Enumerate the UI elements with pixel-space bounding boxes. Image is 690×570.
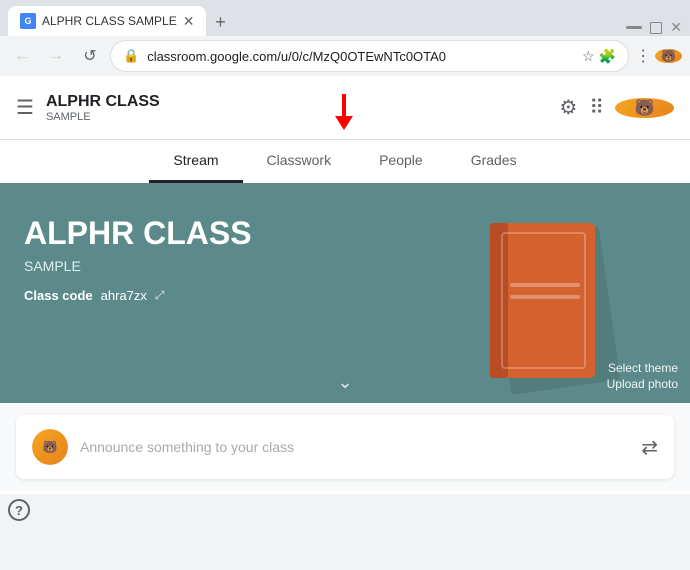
minimize-button[interactable] <box>626 26 642 29</box>
maximize-button[interactable] <box>650 22 662 34</box>
top-nav: ☰ ALPHR CLASS SAMPLE ⚙ ⠿ 🐻 <box>0 76 690 140</box>
tabs: Stream Classwork People Grades <box>0 140 690 183</box>
close-button[interactable]: ✕ <box>670 19 682 36</box>
toolbar-icons: ⋮ 🐻 <box>635 42 682 70</box>
banner-chevron[interactable]: ⌄ <box>337 372 352 393</box>
address-icons: ☆ 🧩 <box>582 48 616 65</box>
expand-code-icon[interactable]: ⤢ <box>155 288 165 303</box>
address-bar[interactable]: 🔒 classroom.google.com/u/0/c/MzQ0OTEwNTc… <box>110 40 629 72</box>
class-code-label: Class code <box>24 288 93 303</box>
announce-area: 🐻 Announce something to your class ⇄ <box>0 403 690 491</box>
refresh-button[interactable]: ↺ <box>76 42 104 70</box>
chrome-avatar[interactable]: 🐻 <box>655 49 682 63</box>
class-code-value: ahra7zx <box>101 288 147 303</box>
window-controls: ✕ <box>626 19 682 36</box>
share-icon[interactable]: ⇄ <box>641 435 658 460</box>
class-banner: ALPHR CLASS SAMPLE Class code ahra7zx ⤢ … <box>0 183 690 403</box>
announce-box: 🐻 Announce something to your class ⇄ <box>16 415 674 479</box>
new-tab-button[interactable]: + <box>206 8 234 36</box>
tab-favicon: G <box>20 13 36 29</box>
user-avatar[interactable]: 🐻 <box>615 98 674 118</box>
forward-button[interactable]: → <box>42 42 70 70</box>
browser-chrome: G ALPHR CLASS SAMPLE ✕ + ✕ ← → ↺ 🔒 class… <box>0 0 690 76</box>
address-bar-row: ← → ↺ 🔒 classroom.google.com/u/0/c/MzQ0O… <box>0 36 690 76</box>
extensions-icon[interactable]: 🧩 <box>599 48 616 65</box>
brand-subtitle: SAMPLE <box>46 111 160 123</box>
app-container: ☰ ALPHR CLASS SAMPLE ⚙ ⠿ 🐻 Stream Classw… <box>0 76 690 494</box>
select-theme-button[interactable]: Select theme <box>608 361 678 375</box>
announce-avatar-image: 🐻 <box>32 429 68 465</box>
tab-bar: G ALPHR CLASS SAMPLE ✕ + ✕ <box>0 0 690 36</box>
active-tab[interactable]: G ALPHR CLASS SAMPLE ✕ <box>8 6 206 36</box>
announce-placeholder[interactable]: Announce something to your class <box>80 439 629 455</box>
tab-people[interactable]: People <box>355 140 447 183</box>
tab-grades[interactable]: Grades <box>447 140 541 183</box>
settings-icon[interactable]: ⚙ <box>558 88 578 128</box>
hamburger-menu[interactable]: ☰ <box>16 95 34 120</box>
tab-stream[interactable]: Stream <box>149 140 242 183</box>
apps-icon[interactable]: ⠿ <box>586 88 606 128</box>
lock-icon: 🔒 <box>123 48 139 64</box>
back-button[interactable]: ← <box>8 42 36 70</box>
brand: ALPHR CLASS SAMPLE <box>46 93 160 123</box>
footer: ? <box>0 494 690 526</box>
banner-actions: Select theme Upload photo <box>607 361 678 391</box>
address-text: classroom.google.com/u/0/c/MzQ0OTEwNTc0O… <box>147 49 574 64</box>
tabs-container: Stream Classwork People Grades <box>0 140 690 183</box>
announce-avatar: 🐻 <box>32 429 68 465</box>
tab-title: ALPHR CLASS SAMPLE <box>42 14 177 28</box>
menu-icon[interactable]: ⋮ <box>635 42 651 70</box>
upload-photo-button[interactable]: Upload photo <box>607 377 678 391</box>
star-icon[interactable]: ☆ <box>582 48 595 65</box>
brand-title: ALPHR CLASS <box>46 93 160 111</box>
help-button[interactable]: ? <box>8 499 30 521</box>
tab-classwork[interactable]: Classwork <box>243 140 356 183</box>
tab-close-button[interactable]: ✕ <box>183 13 195 30</box>
nav-right: ⚙ ⠿ 🐻 <box>558 88 674 128</box>
